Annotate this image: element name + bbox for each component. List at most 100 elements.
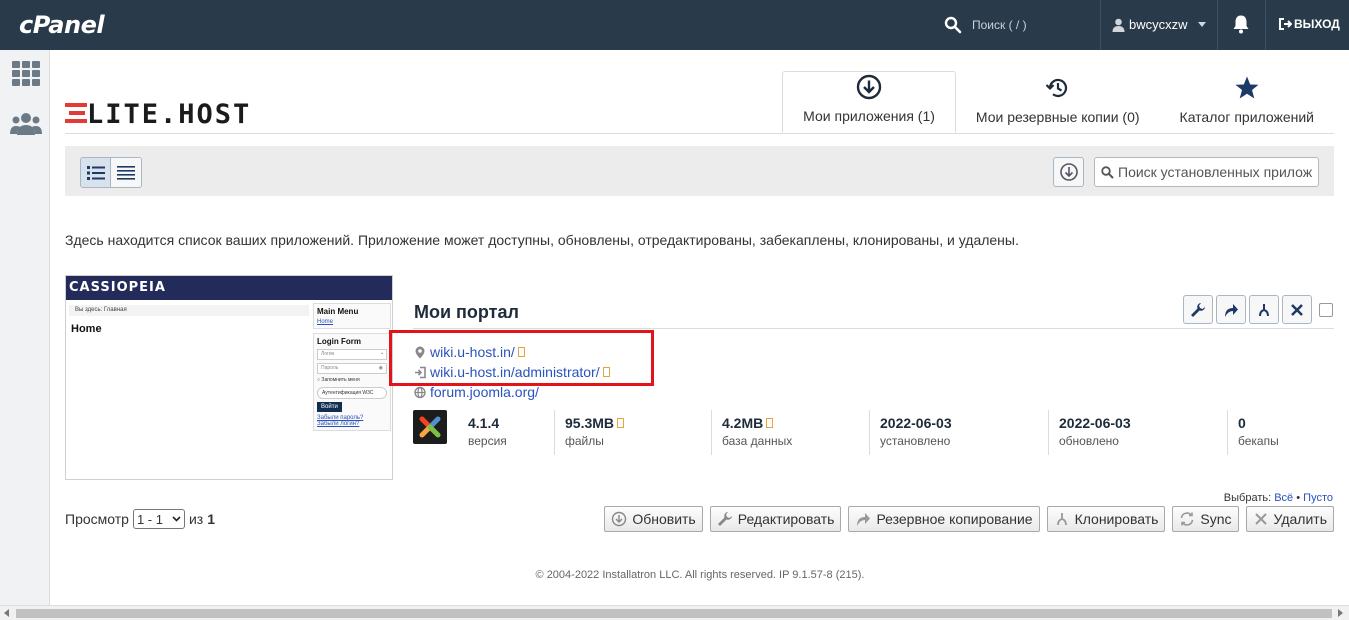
clone-button[interactable]: Клонировать (1046, 506, 1166, 532)
download-circle-icon (1059, 163, 1078, 181)
list-detail-icon (86, 165, 105, 180)
list-icon (117, 165, 135, 180)
select-controls: Выбрать: Всё • Пусто (1224, 492, 1333, 504)
main-content: LITE.HOST Мои приложения (1) Мои резервн… (51, 50, 1349, 605)
scroll-right-icon[interactable] (1338, 609, 1343, 617)
app-stats: 4.1.4 версия 95.3MB файлы 4.2MB база дан… (413, 410, 1334, 455)
divider (1217, 0, 1218, 50)
stat-label: установлено (880, 434, 951, 448)
tab-my-backups[interactable]: Мои резервные копии (0) (956, 71, 1160, 133)
lite-host-logo: LITE.HOST (65, 101, 249, 127)
delete-app-button[interactable] (1282, 295, 1312, 324)
tab-bar: Мои приложения (1) Мои резервные копии (… (782, 71, 1334, 133)
tab-label: Мои приложения (1) (803, 108, 935, 124)
logout-icon (1279, 18, 1292, 30)
sync-label: Sync (1200, 511, 1232, 527)
star-icon (1235, 76, 1259, 99)
delete-button[interactable]: Удалить (1245, 506, 1334, 532)
delete-label: Удалить (1273, 511, 1327, 527)
copy-icon[interactable] (766, 418, 774, 428)
joomla-logo-icon (413, 410, 447, 444)
divider (1265, 0, 1266, 50)
thumb-login-title: Login Form (317, 337, 361, 346)
tab-my-apps[interactable]: Мои приложения (1) (782, 71, 956, 133)
update-button[interactable]: Обновить (604, 506, 703, 532)
stat-label: версия (468, 434, 507, 448)
apps-toolbar: Поиск установленных прилож (65, 146, 1334, 196)
forum-link[interactable]: forum.joomla.org/ (430, 384, 539, 400)
stat-backups: 0 бекапы (1228, 410, 1324, 455)
detailed-view-button[interactable] (81, 158, 111, 187)
select-separator: • (1296, 492, 1301, 504)
stat-label: база данных (722, 434, 793, 448)
page-range-select[interactable]: 1 - 1 (132, 509, 185, 529)
chevron-down-icon (1197, 22, 1206, 27)
thumb-login-button: Войти (317, 402, 342, 412)
stat-value: 4.2MB (722, 415, 764, 431)
logout-label: ВЫХОД (1294, 17, 1340, 31)
edit-app-button[interactable] (1183, 295, 1213, 324)
view-toggle (80, 157, 142, 188)
logout-button[interactable]: ВЫХОД (1278, 17, 1340, 31)
install-button[interactable] (1053, 157, 1084, 187)
thumb-remember-label: Запомнить меня (321, 377, 360, 383)
stat-label: бекапы (1238, 434, 1279, 448)
stat-value: 2022-06-03 (1059, 415, 1131, 431)
scrollbar-thumb[interactable] (16, 609, 1332, 618)
stat-value-row: 4.2MB (722, 415, 869, 431)
thumb-login-field: Логин ▪ (317, 349, 387, 360)
apps-grid-icon[interactable] (10, 60, 42, 88)
stat-files: 95.3MB файлы (555, 410, 712, 455)
stat-value: 0 (1238, 415, 1246, 431)
footer-copyright: © 2004-2022 Installatron LLC. All rights… (535, 569, 865, 581)
update-label: Обновить (632, 511, 696, 527)
stat-database: 4.2MB база данных (712, 410, 870, 455)
copy-icon[interactable] (617, 418, 625, 428)
app-screenshot-thumbnail[interactable]: CASSIOPEIA Вы здесь: Главная Home Main M… (65, 275, 393, 480)
tab-label: Мои резервные копии (0) (975, 109, 1140, 125)
app-select-checkbox[interactable] (1319, 302, 1333, 317)
user-icon (1112, 18, 1125, 32)
compact-view-button[interactable] (111, 158, 141, 187)
pager-label: Просмотр (65, 511, 129, 527)
stat-installed: 2022-06-03 установлено (870, 410, 1049, 455)
stat-label: файлы (565, 434, 604, 448)
bulk-actions: Обновить Редактировать Резервное копиров… (597, 506, 1334, 532)
stat-value: 2022-06-03 (880, 415, 952, 431)
download-circle-icon (612, 511, 627, 527)
thumb-heading: Home (71, 323, 102, 335)
user-icon: ▪ (381, 351, 383, 357)
highlight-box (389, 330, 654, 386)
globe-icon (414, 386, 426, 398)
installed-apps-search[interactable]: Поиск установленных прилож (1094, 157, 1319, 187)
username: bwcycxzw (1129, 17, 1188, 32)
history-icon (1045, 78, 1067, 98)
close-icon (1291, 303, 1303, 316)
horizontal-scrollbar[interactable] (0, 605, 1349, 620)
edit-button[interactable]: Редактировать (709, 506, 842, 532)
sync-icon (1181, 512, 1194, 526)
edit-label: Редактировать (737, 511, 835, 527)
scroll-left-icon[interactable] (4, 609, 9, 617)
select-none-link[interactable]: Пусто (1303, 492, 1333, 504)
backup-button[interactable]: Резервное копирование (848, 506, 1040, 532)
select-all-link[interactable]: Всё (1274, 492, 1293, 504)
user-menu[interactable]: bwcycxzw (1112, 17, 1206, 32)
sync-button[interactable]: Sync (1172, 506, 1239, 532)
stat-updated: 2022-06-03 обновлено (1049, 410, 1228, 455)
bell-icon[interactable] (1232, 14, 1250, 34)
users-icon[interactable] (10, 110, 42, 138)
clone-app-button[interactable] (1249, 295, 1279, 324)
pager-of: из (188, 511, 204, 527)
divider (65, 133, 1334, 134)
cpanel-logo[interactable]: cPanel (19, 11, 105, 39)
global-search-input[interactable]: Поиск ( / ) (972, 18, 1027, 32)
backup-app-button[interactable] (1216, 295, 1246, 324)
tab-app-catalog[interactable]: Каталог приложений (1160, 71, 1334, 133)
thumb-remember: ○ Запомнить меня (317, 377, 360, 383)
top-bar: cPanel Поиск ( / ) bwcycxzw ВЫХОД (0, 0, 1349, 50)
wrench-icon (1191, 302, 1205, 317)
global-search[interactable]: Поиск ( / ) (944, 16, 1027, 34)
installed-apps-search-input[interactable]: Поиск установленных прилож (1118, 164, 1312, 180)
divider (413, 328, 1334, 329)
